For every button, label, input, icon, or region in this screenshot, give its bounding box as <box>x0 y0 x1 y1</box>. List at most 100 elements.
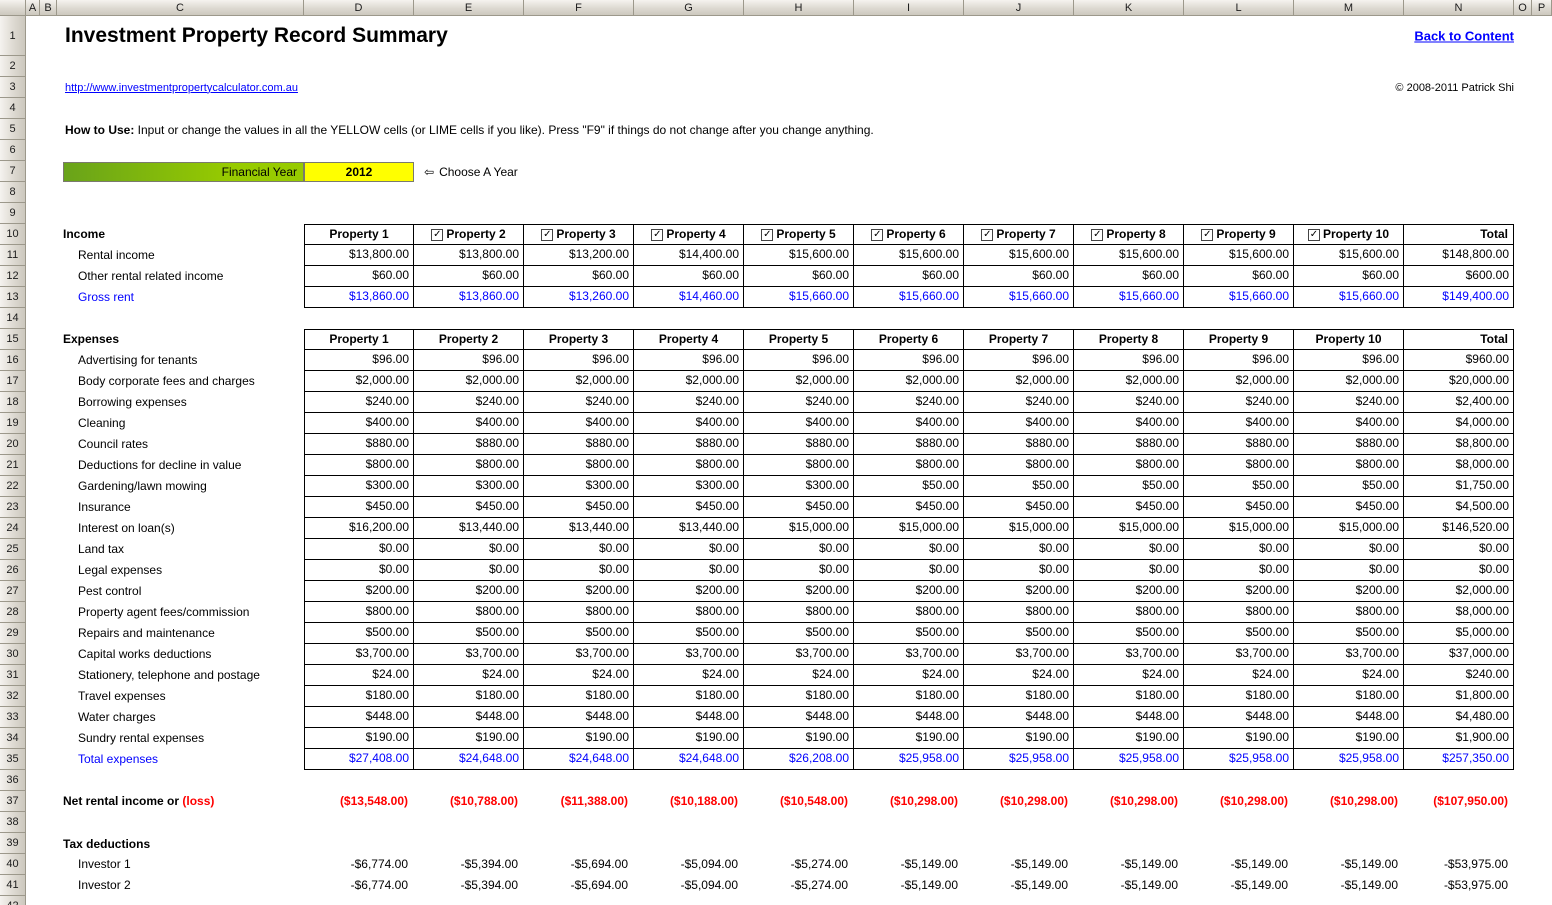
row-header-35[interactable]: 35 <box>0 749 26 770</box>
row-header-37[interactable]: 37 <box>0 791 26 812</box>
property-checkbox[interactable]: ✓ <box>981 229 993 241</box>
value-cell[interactable]: $2,000.00 <box>304 371 414 392</box>
tax-value-cell[interactable]: -$5,149.00 <box>1184 875 1294 896</box>
row-header-34[interactable]: 34 <box>0 728 26 749</box>
value-cell[interactable]: $2,000.00 <box>1184 371 1294 392</box>
value-cell[interactable]: $880.00 <box>414 434 524 455</box>
value-cell[interactable]: $15,660.00 <box>1074 287 1184 308</box>
value-cell[interactable]: $300.00 <box>634 476 744 497</box>
net-value-cell[interactable]: ($13,548.00) <box>304 791 414 812</box>
expenses-column-header[interactable]: Property 8 <box>1074 329 1184 350</box>
value-cell[interactable]: $0.00 <box>854 560 964 581</box>
value-cell[interactable]: $50.00 <box>964 476 1074 497</box>
tax-value-cell[interactable]: -$5,394.00 <box>414 875 524 896</box>
value-cell[interactable]: $400.00 <box>304 413 414 434</box>
value-cell[interactable]: $450.00 <box>1294 497 1404 518</box>
value-cell[interactable]: $0.00 <box>964 539 1074 560</box>
column-header-p[interactable]: P <box>1532 0 1552 16</box>
value-cell[interactable]: $200.00 <box>414 581 524 602</box>
value-cell[interactable]: $180.00 <box>414 686 524 707</box>
value-cell[interactable]: $24,648.00 <box>634 749 744 770</box>
income-column-header[interactable]: ✓Property 2 <box>414 224 524 245</box>
expenses-column-header[interactable]: Property 10 <box>1294 329 1404 350</box>
value-cell[interactable]: $2,000.00 <box>524 371 634 392</box>
column-header-b[interactable]: B <box>40 0 57 16</box>
value-cell[interactable]: $190.00 <box>524 728 634 749</box>
net-value-cell[interactable]: ($10,298.00) <box>1074 791 1184 812</box>
value-cell[interactable]: $450.00 <box>964 497 1074 518</box>
value-cell[interactable]: $2,000.00 <box>634 371 744 392</box>
expenses-column-header[interactable]: Property 2 <box>414 329 524 350</box>
row-header-13[interactable]: 13 <box>0 287 26 308</box>
tax-value-cell[interactable]: -$5,094.00 <box>634 875 744 896</box>
value-cell[interactable]: $96.00 <box>1074 350 1184 371</box>
column-header-d[interactable]: D <box>304 0 414 16</box>
value-cell[interactable]: $24.00 <box>414 665 524 686</box>
value-cell[interactable]: $24.00 <box>1294 665 1404 686</box>
value-cell[interactable]: $800.00 <box>1294 455 1404 476</box>
value-cell[interactable]: $15,660.00 <box>1184 287 1294 308</box>
expenses-column-header[interactable]: Property 3 <box>524 329 634 350</box>
value-cell[interactable]: $800.00 <box>304 602 414 623</box>
row-header-5[interactable]: 5 <box>0 119 26 140</box>
value-cell[interactable]: $800.00 <box>744 602 854 623</box>
value-cell[interactable]: $15,660.00 <box>1294 287 1404 308</box>
value-cell[interactable]: $3,700.00 <box>1074 644 1184 665</box>
value-cell[interactable]: $300.00 <box>524 476 634 497</box>
tax-value-cell[interactable]: -$5,149.00 <box>1294 854 1404 875</box>
value-cell[interactable]: $15,600.00 <box>964 245 1074 266</box>
row-header-15[interactable]: 15 <box>0 329 26 350</box>
row-header-42[interactable]: 42 <box>0 896 26 905</box>
value-cell[interactable]: $0.00 <box>744 560 854 581</box>
value-cell[interactable]: $448.00 <box>524 707 634 728</box>
value-cell[interactable]: $400.00 <box>1184 413 1294 434</box>
value-cell[interactable]: $0.00 <box>1404 539 1514 560</box>
value-cell[interactable]: $450.00 <box>414 497 524 518</box>
value-cell[interactable]: $800.00 <box>854 455 964 476</box>
expenses-column-header[interactable]: Property 7 <box>964 329 1074 350</box>
value-cell[interactable]: $60.00 <box>304 266 414 287</box>
property-checkbox[interactable]: ✓ <box>1308 229 1320 241</box>
column-header-j[interactable]: J <box>964 0 1074 16</box>
net-value-cell[interactable]: ($10,548.00) <box>744 791 854 812</box>
value-cell[interactable]: $200.00 <box>1074 581 1184 602</box>
value-cell[interactable]: $450.00 <box>854 497 964 518</box>
expenses-column-header[interactable]: Property 5 <box>744 329 854 350</box>
row-header-18[interactable]: 18 <box>0 392 26 413</box>
value-cell[interactable]: $190.00 <box>414 728 524 749</box>
value-cell[interactable]: $0.00 <box>1074 539 1184 560</box>
value-cell[interactable]: $240.00 <box>1294 392 1404 413</box>
row-header-9[interactable]: 9 <box>0 203 26 224</box>
value-cell[interactable]: $15,000.00 <box>1074 518 1184 539</box>
value-cell[interactable]: $180.00 <box>854 686 964 707</box>
value-cell[interactable]: $448.00 <box>634 707 744 728</box>
value-cell[interactable]: $800.00 <box>1074 602 1184 623</box>
value-cell[interactable]: $400.00 <box>524 413 634 434</box>
value-cell[interactable]: $400.00 <box>1074 413 1184 434</box>
value-cell[interactable]: $0.00 <box>1294 539 1404 560</box>
value-cell[interactable]: $15,600.00 <box>854 245 964 266</box>
value-cell[interactable]: $13,440.00 <box>634 518 744 539</box>
tax-value-cell[interactable]: -$6,774.00 <box>304 875 414 896</box>
value-cell[interactable]: $240.00 <box>854 392 964 413</box>
value-cell[interactable]: $880.00 <box>1074 434 1184 455</box>
expenses-column-header[interactable]: Property 1 <box>304 329 414 350</box>
row-header-33[interactable]: 33 <box>0 707 26 728</box>
row-header-10[interactable]: 10 <box>0 224 26 245</box>
value-cell[interactable]: $60.00 <box>1074 266 1184 287</box>
net-value-cell[interactable]: ($10,298.00) <box>1184 791 1294 812</box>
value-cell[interactable]: $13,200.00 <box>524 245 634 266</box>
value-cell[interactable]: $3,700.00 <box>744 644 854 665</box>
value-cell[interactable]: $500.00 <box>634 623 744 644</box>
value-cell[interactable]: $27,408.00 <box>304 749 414 770</box>
row-header-2[interactable]: 2 <box>0 56 26 77</box>
value-cell[interactable]: $3,700.00 <box>854 644 964 665</box>
value-cell[interactable]: $96.00 <box>1184 350 1294 371</box>
value-cell[interactable]: $25,958.00 <box>854 749 964 770</box>
net-value-cell[interactable]: ($107,950.00) <box>1404 791 1514 812</box>
value-cell[interactable]: $240.00 <box>414 392 524 413</box>
value-cell[interactable]: $15,600.00 <box>1074 245 1184 266</box>
value-cell[interactable]: $0.00 <box>634 539 744 560</box>
income-column-header[interactable]: ✓Property 7 <box>964 224 1074 245</box>
value-cell[interactable]: $16,200.00 <box>304 518 414 539</box>
